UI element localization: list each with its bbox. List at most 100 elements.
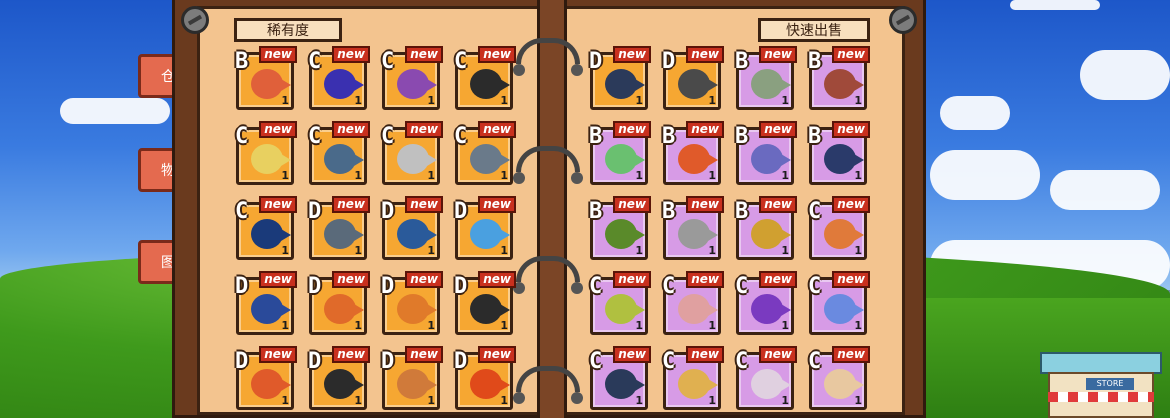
grade-badge: B: [735, 199, 749, 224]
grade-badge: B: [235, 49, 249, 74]
fish-icon: [397, 369, 437, 399]
right-item-slot[interactable]: Cnew 1: [662, 271, 724, 335]
new-badge: new: [832, 346, 870, 363]
fish-icon: [678, 294, 718, 324]
item-count: 1: [354, 94, 362, 107]
cloud: [1050, 170, 1160, 210]
left-item-slot[interactable]: Cnew 1: [454, 121, 516, 185]
right-item-slot[interactable]: Bnew 1: [808, 46, 870, 110]
grade-badge: C: [235, 124, 249, 149]
grade-badge: C: [735, 274, 749, 299]
fish-icon: [397, 219, 437, 249]
left-item-slot[interactable]: Dnew 1: [381, 196, 443, 260]
item-count: 1: [500, 394, 508, 407]
new-badge: new: [332, 271, 370, 288]
right-item-slot[interactable]: Cnew 1: [662, 346, 724, 410]
left-item-slot[interactable]: Cnew 1: [308, 46, 370, 110]
left-item-slot[interactable]: Bnew 1: [235, 46, 297, 110]
new-badge: new: [613, 46, 651, 63]
right-item-slot[interactable]: Bnew 1: [735, 121, 797, 185]
left-item-slot[interactable]: Cnew 1: [381, 46, 443, 110]
right-item-slot[interactable]: Cnew 1: [589, 271, 651, 335]
fish-icon: [470, 144, 510, 174]
left-item-slot[interactable]: Dnew 1: [235, 346, 297, 410]
right-item-slot[interactable]: Cnew 1: [808, 196, 870, 260]
quick-sell-button[interactable]: 快速出售: [758, 18, 870, 42]
new-badge: new: [478, 346, 516, 363]
item-count: 1: [635, 94, 643, 107]
item-count: 1: [281, 394, 289, 407]
fish-icon: [751, 219, 791, 249]
fish-icon: [751, 369, 791, 399]
grade-badge: C: [454, 49, 468, 74]
left-item-slot[interactable]: Dnew 1: [454, 271, 516, 335]
right-item-slot[interactable]: Bnew 1: [589, 121, 651, 185]
left-item-slot[interactable]: Dnew 1: [381, 346, 443, 410]
right-item-slot[interactable]: Cnew 1: [808, 271, 870, 335]
cloud: [60, 98, 170, 124]
item-count: 1: [427, 244, 435, 257]
grade-badge: D: [235, 274, 249, 299]
fish-icon: [605, 144, 645, 174]
right-item-slot[interactable]: Bnew 1: [662, 121, 724, 185]
new-badge: new: [259, 346, 297, 363]
fish-icon: [251, 369, 291, 399]
new-badge: new: [832, 46, 870, 63]
right-item-slot[interactable]: Cnew 1: [808, 346, 870, 410]
fish-icon: [470, 294, 510, 324]
grade-badge: C: [381, 124, 395, 149]
fish-icon: [824, 69, 864, 99]
left-item-slot[interactable]: Cnew 1: [235, 196, 297, 260]
right-item-slot[interactable]: Cnew 1: [589, 346, 651, 410]
fish-icon: [751, 294, 791, 324]
left-item-slot[interactable]: Dnew 1: [308, 346, 370, 410]
right-item-slot[interactable]: Dnew 1: [589, 46, 651, 110]
cloud: [940, 96, 1010, 130]
right-item-slot[interactable]: Bnew 1: [808, 121, 870, 185]
right-item-slot[interactable]: Dnew 1: [662, 46, 724, 110]
right-item-slot[interactable]: Bnew 1: [589, 196, 651, 260]
grade-badge: B: [808, 49, 822, 74]
left-item-slot[interactable]: Dnew 1: [454, 346, 516, 410]
store-building-icon[interactable]: STORE: [1040, 352, 1162, 418]
new-badge: new: [332, 196, 370, 213]
store-sign: STORE: [1086, 378, 1134, 390]
grade-badge: D: [308, 274, 322, 299]
left-item-slot[interactable]: Dnew 1: [308, 196, 370, 260]
new-badge: new: [405, 271, 443, 288]
item-count: 1: [427, 169, 435, 182]
item-count: 1: [781, 244, 789, 257]
right-item-slot[interactable]: Bnew 1: [662, 196, 724, 260]
left-item-slot[interactable]: Cnew 1: [381, 121, 443, 185]
grade-badge: D: [308, 199, 322, 224]
item-count: 1: [500, 94, 508, 107]
new-badge: new: [332, 121, 370, 138]
right-item-slot[interactable]: Cnew 1: [735, 271, 797, 335]
right-item-slot[interactable]: Bnew 1: [735, 46, 797, 110]
right-item-grid: Dnew 1 Dnew 1 Bnew 1 Bnew 1 Bnew 1 Bnew 1 Bnew 1 Bnew 1…: [589, 46, 872, 415]
fish-icon: [605, 294, 645, 324]
new-badge: new: [259, 121, 297, 138]
left-item-slot[interactable]: Cnew 1: [308, 121, 370, 185]
item-count: 1: [635, 169, 643, 182]
left-item-slot[interactable]: Cnew 1: [454, 46, 516, 110]
right-item-slot[interactable]: Bnew 1: [735, 196, 797, 260]
item-count: 1: [708, 169, 716, 182]
left-item-slot[interactable]: Dnew 1: [235, 271, 297, 335]
left-item-slot[interactable]: Dnew 1: [454, 196, 516, 260]
grade-badge: B: [589, 199, 603, 224]
bolt-icon: [181, 6, 209, 34]
item-count: 1: [781, 169, 789, 182]
item-count: 1: [427, 394, 435, 407]
left-item-slot[interactable]: Dnew 1: [308, 271, 370, 335]
left-item-slot[interactable]: Cnew 1: [235, 121, 297, 185]
new-badge: new: [405, 121, 443, 138]
grade-badge: C: [662, 274, 676, 299]
item-count: 1: [354, 319, 362, 332]
fish-icon: [324, 69, 364, 99]
rarity-sort-button[interactable]: 稀有度: [234, 18, 342, 42]
right-item-slot[interactable]: Cnew 1: [735, 346, 797, 410]
left-item-slot[interactable]: Dnew 1: [381, 271, 443, 335]
item-count: 1: [635, 244, 643, 257]
grade-badge: B: [662, 124, 676, 149]
